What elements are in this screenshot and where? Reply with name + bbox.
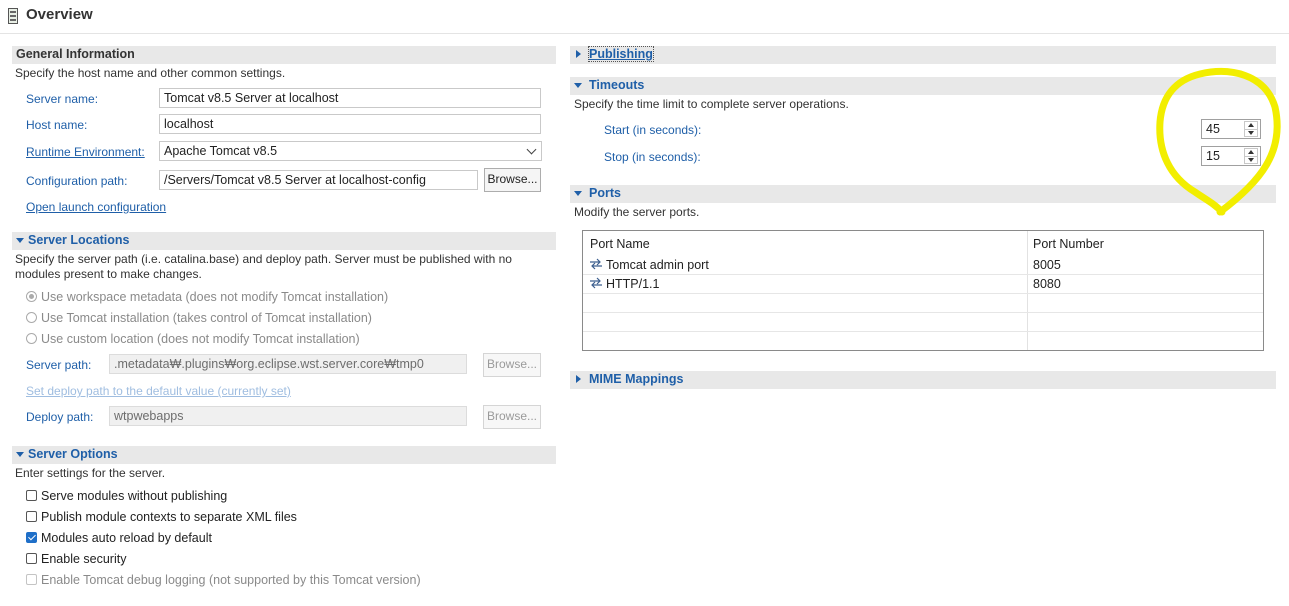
server-overview-icon bbox=[8, 8, 18, 24]
deploy-path-browse-button[interactable]: Browse... bbox=[483, 405, 541, 429]
configuration-browse-button[interactable]: Browse... bbox=[484, 168, 541, 192]
server-path-label: Server path: bbox=[26, 358, 92, 372]
server-locations-desc-line2: modules present to make changes. bbox=[15, 267, 202, 281]
serve-modules-checkbox[interactable] bbox=[26, 490, 37, 501]
editor-title-bar bbox=[0, 0, 1289, 34]
deploy-path-field[interactable]: wtpwebapps bbox=[109, 406, 467, 426]
port-name-column-header[interactable]: Port Name bbox=[590, 237, 650, 251]
ports-table: Port Name Port Number Tomcat admin port … bbox=[582, 230, 1264, 351]
highlight-annotation bbox=[1156, 68, 1281, 216]
port-number-cell[interactable]: 8005 bbox=[1033, 258, 1061, 272]
tomcat-installation-label: Use Tomcat installation (takes control o… bbox=[41, 311, 372, 325]
expand-icon bbox=[576, 375, 581, 383]
server-name-field[interactable]: Tomcat v8.5 Server at localhost bbox=[159, 88, 541, 108]
timeouts-desc: Specify the time limit to complete serve… bbox=[574, 97, 849, 111]
chevron-down-icon bbox=[526, 144, 537, 155]
general-information-header: General Information bbox=[16, 47, 135, 61]
runtime-environment-value: Apache Tomcat v8.5 bbox=[164, 144, 278, 158]
publish-contexts-checkbox[interactable] bbox=[26, 511, 37, 522]
auto-reload-label: Modules auto reload by default bbox=[41, 531, 212, 545]
port-number-column-header[interactable]: Port Number bbox=[1033, 237, 1104, 251]
custom-location-label: Use custom location (does not modify Tom… bbox=[41, 332, 360, 346]
server-locations-desc-line1: Specify the server path (i.e. catalina.b… bbox=[15, 252, 512, 266]
workspace-metadata-radio[interactable] bbox=[26, 291, 37, 302]
server-options-desc: Enter settings for the server. bbox=[15, 466, 166, 480]
auto-reload-checkbox[interactable] bbox=[26, 532, 37, 543]
port-icon bbox=[590, 258, 602, 270]
page-title: Overview bbox=[26, 6, 93, 23]
host-name-label: Host name: bbox=[26, 118, 88, 132]
host-name-field[interactable]: localhost bbox=[159, 114, 541, 134]
enable-security-label: Enable security bbox=[41, 552, 127, 566]
general-information-section: General Information bbox=[12, 46, 556, 64]
ports-header: Ports bbox=[589, 186, 621, 200]
ports-desc: Modify the server ports. bbox=[574, 205, 700, 219]
workspace-metadata-label: Use workspace metadata (does not modify … bbox=[41, 290, 389, 304]
server-name-label: Server name: bbox=[26, 92, 99, 106]
port-name-cell[interactable]: HTTP/1.1 bbox=[606, 277, 660, 291]
server-options-header: Server Options bbox=[28, 447, 118, 461]
publish-contexts-label: Publish module contexts to separate XML … bbox=[41, 510, 297, 524]
port-number-cell[interactable]: 8080 bbox=[1033, 277, 1061, 291]
open-launch-configuration-link[interactable]: Open launch configuration bbox=[26, 200, 166, 214]
server-locations-header: Server Locations bbox=[28, 233, 130, 247]
server-path-field[interactable]: .metadata₩.plugins₩org.eclipse.wst.serve… bbox=[109, 354, 467, 374]
server-options-section[interactable]: Server Options bbox=[12, 446, 556, 464]
deploy-path-label: Deploy path: bbox=[26, 410, 94, 424]
start-timeout-label: Start (in seconds): bbox=[604, 123, 702, 137]
configuration-path-field[interactable]: /Servers/Tomcat v8.5 Server at localhost… bbox=[159, 170, 478, 190]
server-path-browse-button[interactable]: Browse... bbox=[483, 353, 541, 377]
mime-mappings-header: MIME Mappings bbox=[589, 372, 684, 386]
port-icon bbox=[590, 277, 602, 289]
expand-icon bbox=[576, 50, 581, 58]
server-locations-section[interactable]: Server Locations bbox=[12, 232, 556, 250]
collapse-icon bbox=[574, 191, 582, 196]
set-default-deploy-path-link[interactable]: Set deploy path to the default value (cu… bbox=[26, 384, 291, 398]
enable-security-checkbox[interactable] bbox=[26, 553, 37, 564]
general-description: Specify the host name and other common s… bbox=[15, 66, 286, 80]
custom-location-radio[interactable] bbox=[26, 333, 37, 344]
publishing-header[interactable]: Publishing bbox=[588, 46, 654, 62]
serve-modules-label: Serve modules without publishing bbox=[41, 489, 228, 503]
collapse-icon bbox=[16, 452, 24, 457]
runtime-environment-select[interactable]: Apache Tomcat v8.5 bbox=[159, 141, 542, 161]
debug-logging-label: Enable Tomcat debug logging (not support… bbox=[41, 573, 421, 587]
stop-timeout-label: Stop (in seconds): bbox=[604, 150, 701, 164]
port-name-cell[interactable]: Tomcat admin port bbox=[606, 258, 709, 272]
column-divider bbox=[1027, 231, 1028, 350]
collapse-icon bbox=[16, 238, 24, 243]
timeouts-header: Timeouts bbox=[589, 78, 645, 92]
runtime-environment-link[interactable]: Runtime Environment: bbox=[26, 145, 145, 159]
collapse-icon bbox=[574, 83, 582, 88]
tomcat-installation-radio[interactable] bbox=[26, 312, 37, 323]
debug-logging-checkbox[interactable] bbox=[26, 574, 37, 585]
mime-mappings-section[interactable]: MIME Mappings bbox=[570, 371, 1276, 389]
configuration-path-label: Configuration path: bbox=[26, 174, 128, 188]
